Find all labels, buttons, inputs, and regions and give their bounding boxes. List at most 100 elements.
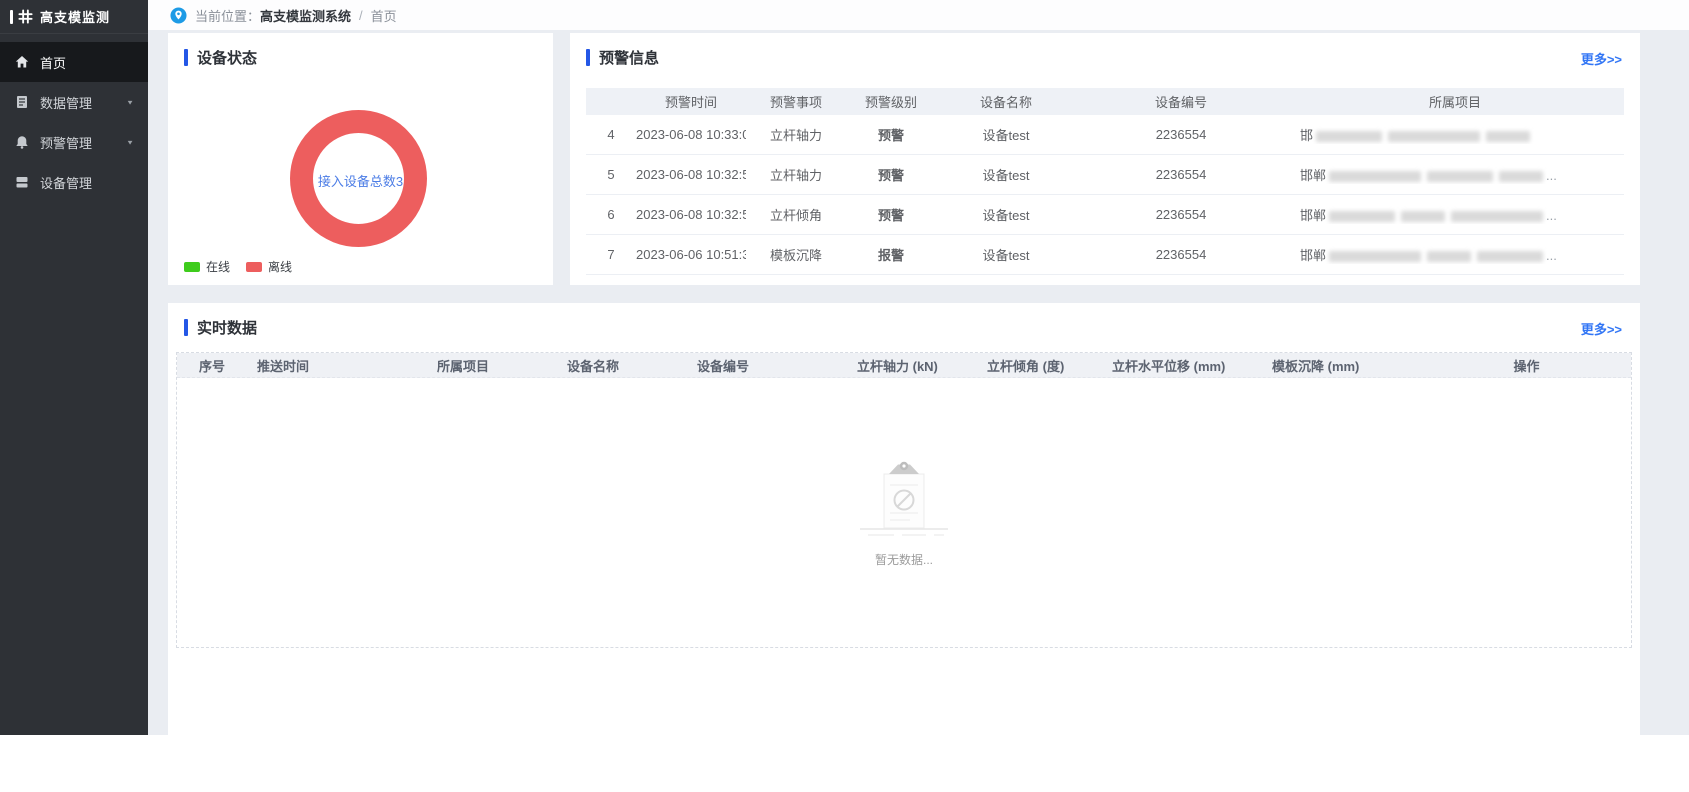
col-header: 预警事项 <box>746 92 846 111</box>
location-pin-icon <box>170 7 187 24</box>
cell-device-no: 2236554 <box>1076 127 1286 142</box>
sidebar-item-warning-management[interactable]: 预警管理 ▼ <box>0 122 148 162</box>
breadcrumb: 当前位置： 高支模监测系统 / 首页 <box>148 0 1689 30</box>
sidebar-item-data-management[interactable]: 数据管理 ▼ <box>0 82 148 122</box>
col-header: 所属项目 <box>427 356 557 375</box>
sidebar-item-label: 设备管理 <box>40 173 92 192</box>
cell-index: 7 <box>586 247 636 262</box>
col-header: 设备名称 <box>936 92 1076 111</box>
warning-table-row: 4 2023-06-08 10:33:03 立杆轴力 预警 设备test 223… <box>586 115 1624 155</box>
empty-data-text: 暂无数据... <box>875 551 933 568</box>
col-header: 所属项目 <box>1286 92 1624 111</box>
sidebar-item-label: 预警管理 <box>40 133 92 152</box>
breadcrumb-separator: / <box>359 8 363 23</box>
data-document-icon <box>14 94 30 110</box>
cell-device-name: 设备test <box>936 205 1076 224</box>
blurred-text <box>1451 211 1543 222</box>
cell-item: 立杆轴力 <box>746 125 846 144</box>
cell-item: 立杆轴力 <box>746 165 846 184</box>
cell-device-name: 设备test <box>936 245 1076 264</box>
cell-time: 2023-06-08 10:32:55 <box>636 167 746 182</box>
cell-level: 预警 <box>846 165 936 184</box>
realtime-table: 序号 推送时间 所属项目 设备名称 设备编号 立杆轴力 (kN) 立杆倾角 (度… <box>176 352 1632 648</box>
cell-index: 4 <box>586 127 636 142</box>
alarm-bell-icon <box>14 134 30 150</box>
sidebar-menu: 首页 数据管理 ▼ 预警管理 <box>0 34 148 202</box>
offline-swatch-icon <box>246 262 262 272</box>
legend-label: 在线 <box>206 258 230 275</box>
col-header: 立杆水平位移 (mm) <box>1102 356 1262 375</box>
cell-project: 邯 <box>1286 125 1624 144</box>
realtime-table-header: 序号 推送时间 所属项目 设备名称 设备编号 立杆轴力 (kN) 立杆倾角 (度… <box>177 353 1631 378</box>
warning-table-row: 5 2023-06-08 10:32:55 立杆轴力 预警 设备test 223… <box>586 155 1624 195</box>
logo-grid-icon <box>18 9 33 24</box>
cell-device-name: 设备test <box>936 125 1076 144</box>
online-swatch-icon <box>184 262 200 272</box>
blurred-text <box>1401 211 1445 222</box>
blurred-text <box>1316 131 1382 142</box>
breadcrumb-system-link[interactable]: 高支模监测系统 <box>260 6 351 25</box>
realtime-more-link[interactable]: 更多>> <box>1581 319 1622 338</box>
warning-table-row: 6 2023-06-08 10:32:55 立杆倾角 预警 设备test 223… <box>586 195 1624 235</box>
legend-label: 离线 <box>268 258 292 275</box>
cell-index: 6 <box>586 207 636 222</box>
cell-time: 2023-06-06 10:51:35 <box>636 247 746 262</box>
cell-device-name: 设备test <box>936 165 1076 184</box>
cell-level: 报警 <box>846 245 936 264</box>
panel-title: 实时数据 <box>197 317 257 338</box>
blurred-text <box>1427 171 1493 182</box>
cell-device-no: 2236554 <box>1076 247 1286 262</box>
title-accent-bar <box>184 49 188 66</box>
sidebar-item-label: 首页 <box>40 53 66 72</box>
empty-data-icon <box>854 457 954 543</box>
warning-table-header: 预警时间 预警事项 预警级别 设备名称 设备编号 所属项目 <box>586 88 1624 115</box>
warning-table: 预警时间 预警事项 预警级别 设备名称 设备编号 所属项目 4 2023-06-… <box>586 88 1624 275</box>
cell-item: 模板沉降 <box>746 245 846 264</box>
cell-index: 5 <box>586 167 636 182</box>
app-logo[interactable]: 高支模监测 <box>0 0 148 34</box>
col-header: 立杆倾角 (度) <box>977 356 1102 375</box>
logo-bar-icon <box>10 10 13 24</box>
warning-more-link[interactable]: 更多>> <box>1581 49 1622 68</box>
app-title: 高支模监测 <box>40 7 110 26</box>
blurred-text <box>1329 171 1421 182</box>
home-icon <box>14 54 30 70</box>
main-content: 当前位置： 高支模监测系统 / 首页 设备状态 接入设备总数3 在线 离线 <box>148 0 1689 735</box>
legend-item-offline[interactable]: 离线 <box>246 258 292 275</box>
col-header: 推送时间 <box>247 356 427 375</box>
col-header: 序号 <box>177 356 247 375</box>
donut-center-label: 接入设备总数3 <box>168 171 553 190</box>
col-header: 设备编号 <box>1076 92 1286 111</box>
warning-info-panel: 预警信息 更多>> 预警时间 预警事项 预警级别 设备名称 设备编号 所属项目 … <box>570 33 1640 285</box>
sidebar-item-device-management[interactable]: 设备管理 <box>0 162 148 202</box>
cell-level: 预警 <box>846 125 936 144</box>
blurred-text <box>1499 171 1543 182</box>
blurred-text <box>1477 251 1543 262</box>
realtime-data-panel: 实时数据 更多>> 序号 推送时间 所属项目 设备名称 设备编号 立杆轴力 (k… <box>168 303 1640 735</box>
device-icon <box>14 174 30 190</box>
chevron-down-icon: ▼ <box>126 98 134 105</box>
col-header: 预警级别 <box>846 92 936 111</box>
cell-project: 邯郸... <box>1286 205 1624 224</box>
blurred-text <box>1486 131 1530 142</box>
cell-item: 立杆倾角 <box>746 205 846 224</box>
cell-project: 邯郸... <box>1286 245 1624 264</box>
chart-legend: 在线 离线 <box>184 258 308 275</box>
sidebar-item-home[interactable]: 首页 <box>0 42 148 82</box>
panel-title: 设备状态 <box>197 47 257 68</box>
cell-time: 2023-06-08 10:33:03 <box>636 127 746 142</box>
title-accent-bar <box>586 49 590 66</box>
col-header: 预警时间 <box>636 92 746 111</box>
device-status-panel: 设备状态 接入设备总数3 在线 离线 <box>168 33 553 285</box>
col-header: 模板沉降 (mm) <box>1262 356 1422 375</box>
realtime-table-body: 暂无数据... <box>177 378 1631 647</box>
sidebar: 高支模监测 首页 数据管理 ▼ <box>0 0 148 735</box>
sidebar-item-label: 数据管理 <box>40 93 92 112</box>
cell-project: 邯郸... <box>1286 165 1624 184</box>
legend-item-online[interactable]: 在线 <box>184 258 230 275</box>
cell-device-no: 2236554 <box>1076 167 1286 182</box>
panel-title: 预警信息 <box>599 47 659 68</box>
col-header: 设备编号 <box>687 356 847 375</box>
breadcrumb-current[interactable]: 首页 <box>371 6 397 25</box>
breadcrumb-prefix: 当前位置： <box>195 6 260 25</box>
